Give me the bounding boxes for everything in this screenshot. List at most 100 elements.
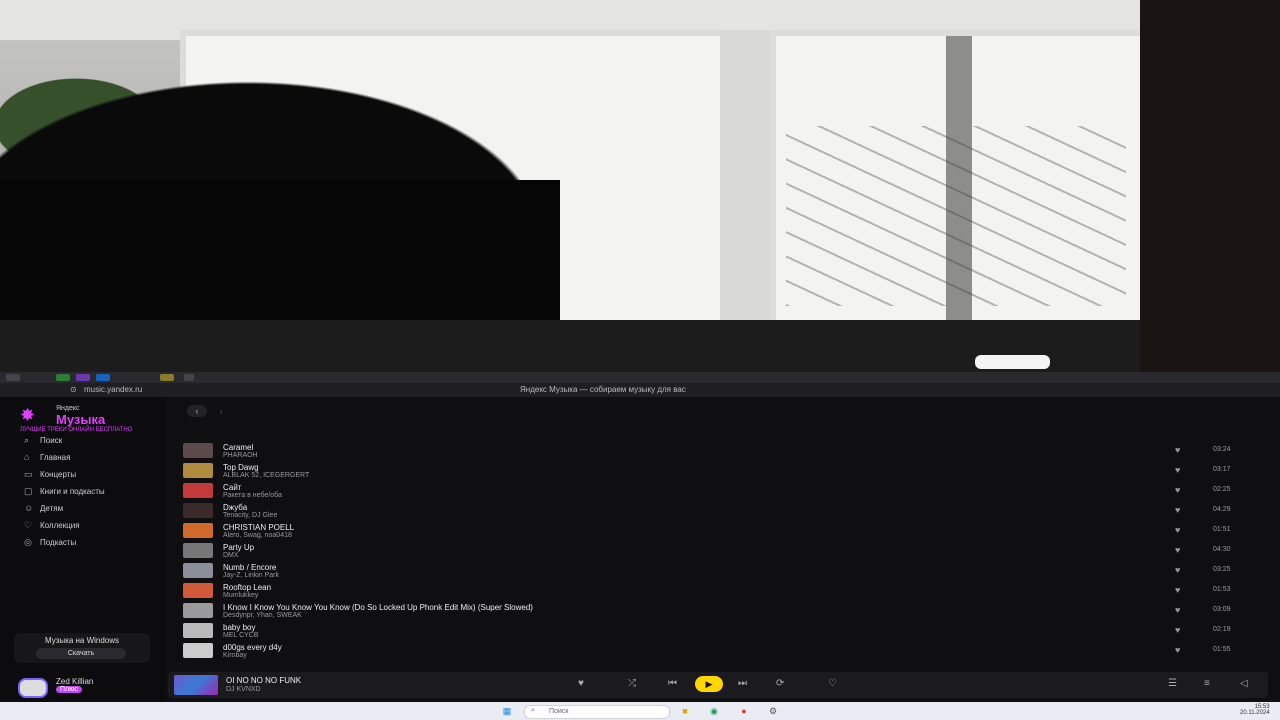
track-artist[interactable]: PHARAOH [223,452,258,459]
new-tab-button[interactable] [184,374,194,381]
track-row[interactable]: Сайт Ракета в небе/оба ♥ 02:25 [183,481,1273,501]
sidebar-item[interactable]: ♡ Коллекция [24,520,159,534]
sidebar-item[interactable]: ▢ Книги и подкасты [24,486,159,500]
track-artist[interactable]: Tenacity, DJ Glee [223,512,277,519]
tab[interactable] [96,374,110,381]
track-row[interactable]: d00gs every d4y Kirobay ♥ 01:55 [183,641,1273,661]
queue-icon[interactable]: ☰ [1168,678,1177,689]
dislike-icon[interactable]: ♥ [578,678,584,689]
like-icon[interactable]: ♥ [1175,465,1180,475]
volume-icon[interactable]: ◁ [1240,678,1248,689]
track-cover[interactable] [183,623,213,638]
track-title[interactable]: CHRISTIAN POELL [223,523,294,532]
sidebar-item[interactable]: ◎ Подкасты [24,537,159,551]
now-playing-cover[interactable] [174,675,218,695]
tab[interactable] [6,374,20,381]
track-artist[interactable]: Jay-Z, Linkin Park [223,572,279,579]
settings-icon[interactable]: ⚙ [766,705,780,717]
track-row[interactable]: Dжуба Tenacity, DJ Glee ♥ 04:29 [183,501,1273,521]
track-title[interactable]: Сайт [223,483,241,492]
track-title[interactable]: I Know I Know You Know You Know (Do So L… [223,603,533,612]
back-button[interactable]: ‹ [187,405,207,417]
track-cover[interactable] [183,603,213,618]
track-artist[interactable]: Desdynpr, Yhan, SWEAK [223,612,302,619]
track-cover[interactable] [183,543,213,558]
url-text[interactable]: music.yandex.ru [84,385,142,394]
plus-badge[interactable]: Плюс [56,686,82,693]
track-row[interactable]: Numb / Encore Jay-Z, Linkin Park ♥ 03:25 [183,561,1273,581]
sidebar-item[interactable]: ☺ Детям [24,503,159,517]
track-title[interactable]: baby boy [223,623,255,632]
like-icon[interactable]: ♥ [1175,565,1180,575]
track-artist[interactable]: MEL CYCB [223,632,259,639]
track-row[interactable]: Caramel PHARAOH ♥ 03:24 [183,441,1273,461]
track-title[interactable]: Top Dawg [223,463,259,472]
track-row[interactable]: Top Dawg ALBLAK 52, ICEGERGERT ♥ 03:17 [183,461,1273,481]
next-icon[interactable]: ⏭ [738,678,747,689]
track-artist[interactable]: ALBLAK 52, ICEGERGERT [223,472,309,479]
forward-button[interactable]: › [211,405,231,417]
like-icon[interactable]: ♥ [1175,605,1180,615]
tab[interactable] [56,374,70,381]
track-title[interactable]: Numb / Encore [223,563,276,572]
track-title[interactable]: Dжуба [223,503,247,512]
track-cover[interactable] [183,443,213,458]
tab[interactable] [76,374,90,381]
browser-icon[interactable]: ◉ [707,705,721,717]
track-cover[interactable] [183,643,213,658]
clock[interactable]: 15:53 20.11.2024 [1240,704,1270,716]
track-row[interactable]: CHRISTIAN POELL Alero, Swag, noa0418 ♥ 01:5… [183,521,1273,541]
now-playing-artist[interactable]: DJ KVNXD [226,686,261,693]
track-cover[interactable] [183,503,213,518]
track-artist[interactable]: Ракета в небе/оба [223,492,282,499]
start-icon[interactable]: ▦ [500,705,514,717]
track-cover[interactable] [183,463,213,478]
taskbar-search[interactable]: ⌕ Поиск [524,705,670,719]
track-artist[interactable]: Kirobay [223,652,247,659]
sidebar-item[interactable]: ⌕ Поиск [24,435,159,449]
avatar[interactable] [18,678,48,698]
track-artist[interactable]: Alero, Swag, noa0418 [223,532,292,539]
like-icon[interactable]: ♥ [1175,505,1180,515]
track-duration: 04:29 [1213,506,1231,513]
taskbar: ▦ ⌕ Поиск ■ ◉ ● ⚙ 15:53 20.11.2024 [0,702,1280,720]
track-artist[interactable]: Mumlukkey [223,592,258,599]
like-icon[interactable]: ♥ [1175,585,1180,595]
track-cover[interactable] [183,563,213,578]
track-row[interactable]: Party Up DMX ♥ 04:30 [183,541,1273,561]
track-row[interactable]: Rooftop Lean Mumlukkey ♥ 01:53 [183,581,1273,601]
like-icon[interactable]: ♥ [1175,645,1180,655]
track-cover[interactable] [183,483,213,498]
sidebar-item-label: Детям [40,504,64,513]
user-profile[interactable]: Zed Killian Плюс [18,677,158,698]
yandex-icon[interactable]: ● [737,705,751,717]
logo[interactable]: ✸ Яндекс Музыка ЛУЧШИЕ ТРЕКИ ОНЛАЙН БЕСП… [20,405,160,433]
like-icon[interactable]: ♥ [1175,545,1180,555]
tab-active[interactable] [160,374,174,381]
settings-icon[interactable]: ≡ [1204,678,1210,689]
track-artist[interactable]: DMX [223,552,239,559]
like-icon[interactable]: ♥ [1175,625,1180,635]
sidebar-item[interactable]: ⌂ Главная [24,452,159,466]
track-title[interactable]: Caramel [223,443,253,452]
track-cover[interactable] [183,523,213,538]
folder-icon[interactable]: ■ [678,705,692,717]
track-title[interactable]: Party Up [223,543,254,552]
like-icon[interactable]: ♥ [1175,485,1180,495]
track-title[interactable]: Rooftop Lean [223,583,271,592]
previous-icon[interactable]: ⏮ [668,678,677,689]
sidebar-item[interactable]: ▭ Концерты [24,469,159,483]
track-row[interactable]: baby boy MEL CYCB ♥ 02:19 [183,621,1273,641]
like-icon[interactable]: ♡ [828,678,837,689]
track-row[interactable]: I Know I Know You Know You Know (Do So L… [183,601,1273,621]
shuffle-icon[interactable]: ⤮ [628,678,636,689]
like-icon[interactable]: ♥ [1175,445,1180,455]
track-title[interactable]: d00gs every d4y [223,643,282,652]
play-button[interactable]: ▶ [695,676,723,692]
track-cover[interactable] [183,583,213,598]
like-icon[interactable]: ♥ [1175,525,1180,535]
repeat-icon[interactable]: ⟳ [776,678,784,689]
now-playing-title[interactable]: OI NO NO NO FUNK [226,676,301,685]
address-bar[interactable]: ⊙ music.yandex.ru Яндекс Музыка — собира… [0,383,1280,397]
download-button[interactable]: Скачать [36,648,126,659]
